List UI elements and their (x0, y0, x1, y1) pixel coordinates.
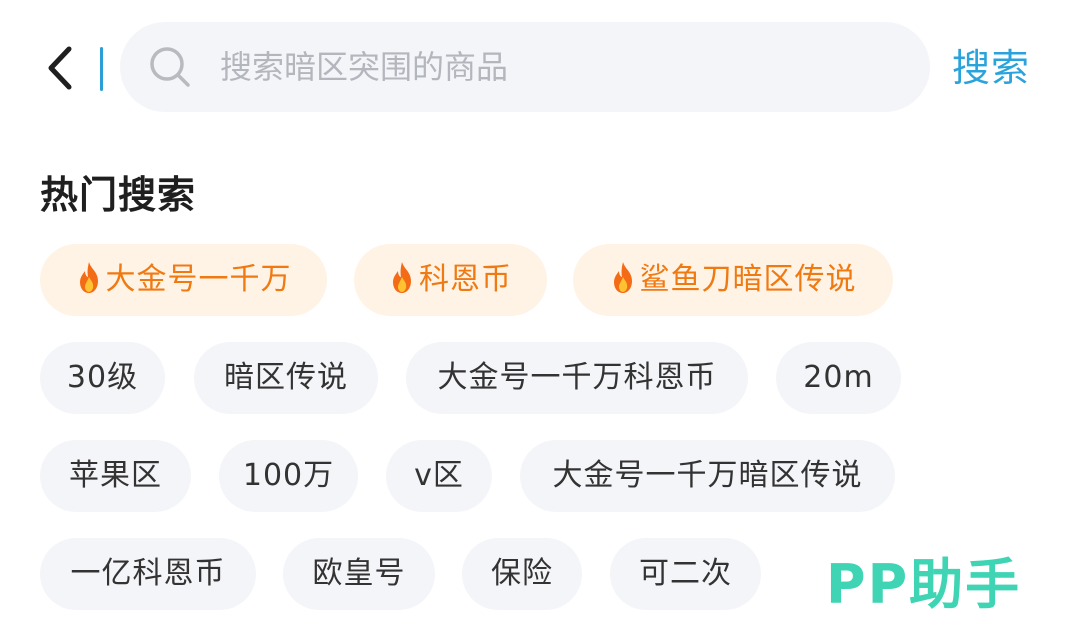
search-header: 搜索 (0, 0, 1080, 135)
hot-tag[interactable]: 科恩币 (354, 244, 547, 316)
hot-tag-label: 大金号一千万 (105, 262, 292, 297)
fire-icon (79, 261, 98, 293)
hot-tag-label: 鲨鱼刀暗区传说 (639, 262, 857, 297)
search-tag[interactable]: 20m (776, 342, 901, 414)
search-tag[interactable]: 30级 (40, 342, 165, 414)
search-tag[interactable]: 一亿科恩币 (40, 538, 256, 610)
text-cursor (100, 47, 103, 91)
search-submit-button[interactable]: 搜索 (952, 36, 1030, 100)
watermark-text: PP助手 (826, 552, 1022, 616)
pp-assistant-watermark: PP助手 (826, 542, 1021, 616)
search-tag[interactable]: 大金号一千万暗区传说 (520, 440, 895, 512)
fire-icon (393, 261, 411, 293)
hot-tag[interactable]: 大金号一千万 (40, 244, 327, 316)
fire-icon (613, 261, 632, 293)
search-icon (150, 47, 190, 87)
hot-search-title: 热门搜索 (40, 173, 197, 217)
hot-tag[interactable]: 鲨鱼刀暗区传说 (573, 244, 893, 316)
search-tag[interactable]: 苹果区 (40, 440, 191, 512)
search-tag[interactable]: 可二次 (610, 538, 761, 610)
search-tag[interactable]: 100万 (219, 440, 358, 512)
search-tag[interactable]: v区 (386, 440, 492, 512)
search-tag[interactable]: 保险 (462, 538, 582, 610)
search-box[interactable] (120, 22, 930, 112)
search-tag[interactable]: 大金号一千万科恩币 (406, 342, 748, 414)
search-tag[interactable]: 欧皇号 (283, 538, 435, 610)
search-input[interactable] (220, 42, 900, 92)
search-tag[interactable]: 暗区传说 (194, 342, 378, 414)
hot-tag-label: 科恩币 (419, 262, 512, 297)
back-button[interactable] (36, 40, 84, 96)
chevron-left-icon (48, 46, 72, 90)
